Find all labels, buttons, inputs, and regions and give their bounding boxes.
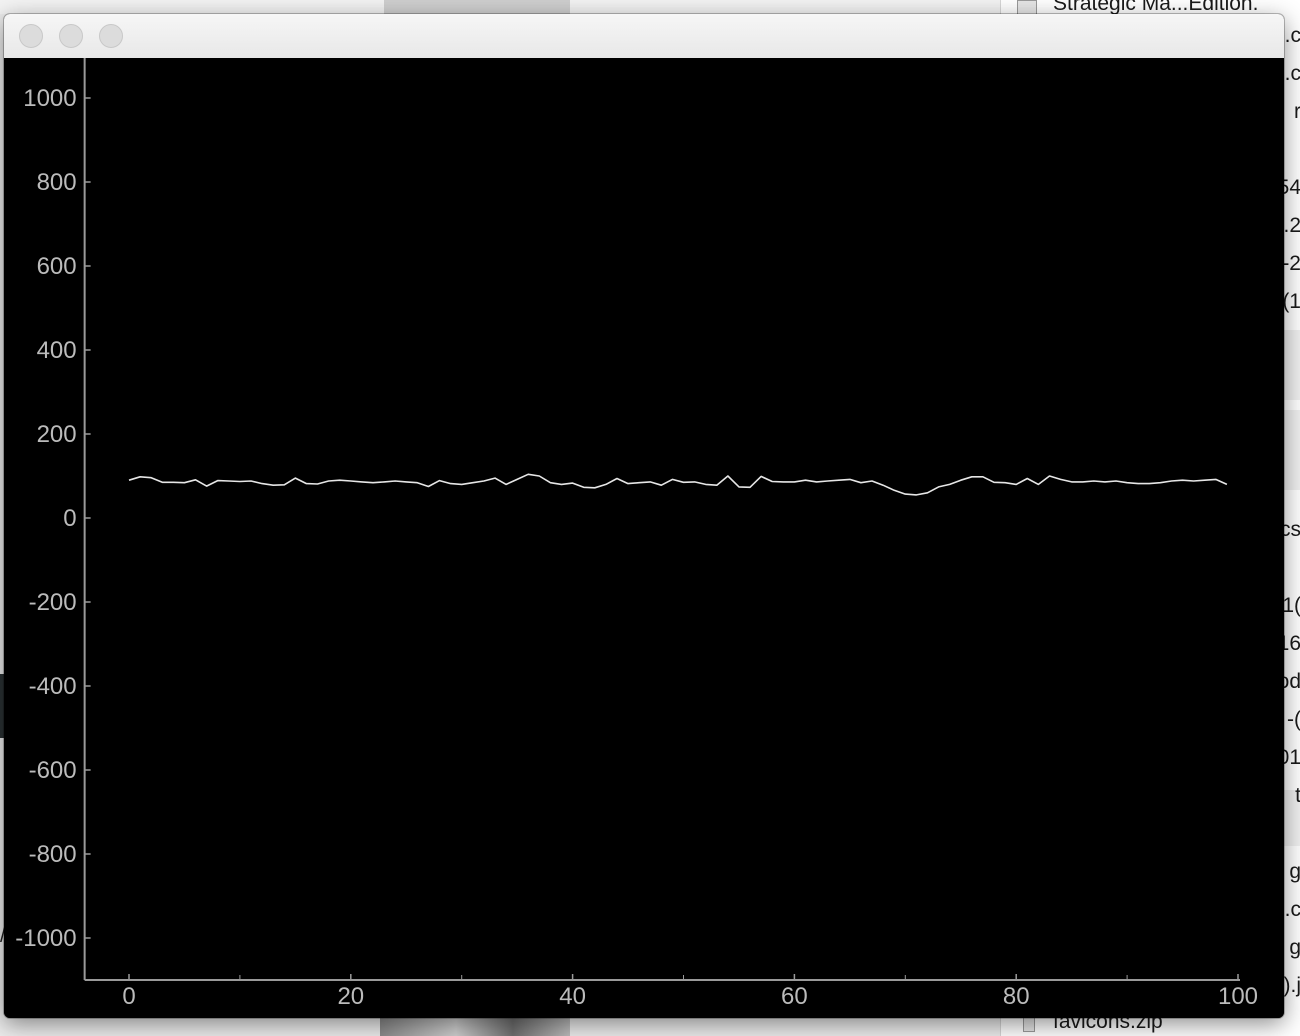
zip-file-icon <box>1023 1016 1035 1032</box>
y-tick-label: -200 <box>29 589 77 616</box>
y-tick-label: 400 <box>37 337 77 364</box>
background-thumbnail <box>380 1018 570 1036</box>
title-bar[interactable] <box>4 14 1284 59</box>
y-tick-label: 0 <box>63 505 76 532</box>
x-tick-label: 0 <box>122 983 135 1010</box>
x-tick-label: 80 <box>1003 983 1030 1010</box>
y-tick-label: -400 <box>29 673 77 700</box>
y-tick-label: 800 <box>37 169 77 196</box>
y-tick-label: 1000 <box>23 85 76 112</box>
close-button[interactable] <box>19 24 43 48</box>
y-tick-label: 200 <box>37 421 77 448</box>
plot-window[interactable]: 1000 800 600 400 200 0 -200 -400 -600 -800 -1000 0 2… <box>4 14 1284 1018</box>
line-chart: 1000 800 600 400 200 0 -200 -400 -600 -800 -1000 0 2… <box>15 56 1258 1010</box>
y-tick-label: -1000 <box>15 925 76 952</box>
data-series-line <box>128 473 1228 496</box>
zoom-button[interactable] <box>99 24 123 48</box>
y-tick-label: -800 <box>29 841 77 868</box>
minimize-button[interactable] <box>59 24 83 48</box>
x-tick-label: 100 <box>1218 983 1258 1010</box>
x-tick-label: 40 <box>559 983 586 1010</box>
x-tick-label: 20 <box>337 983 364 1010</box>
y-tick-label: 600 <box>37 253 77 280</box>
x-tick-label: 60 <box>781 983 808 1010</box>
y-tick-label: -600 <box>29 757 77 784</box>
background-thumbnail <box>384 0 570 14</box>
plot-canvas[interactable]: 1000 800 600 400 200 0 -200 -400 -600 -800 -1000 0 2… <box>4 56 1284 1018</box>
